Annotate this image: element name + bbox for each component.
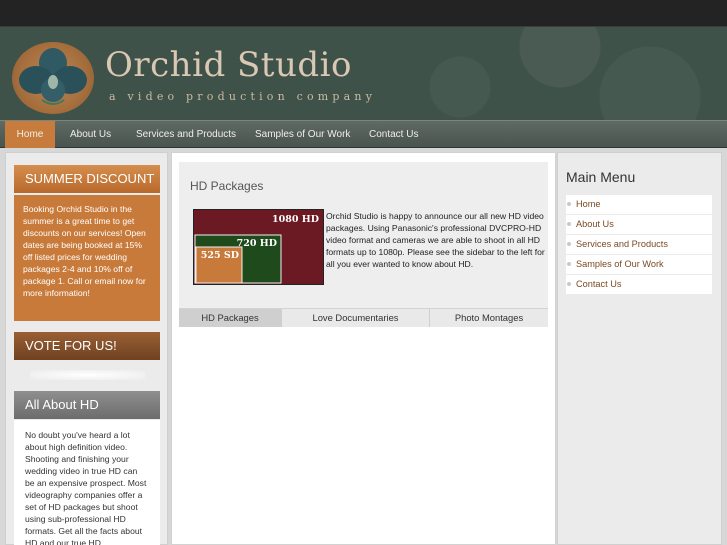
nav-home[interactable]: Home — [5, 121, 55, 148]
feature-text: Orchid Studio is happy to announce our a… — [326, 211, 545, 269]
menu-item-contact-us[interactable]: Contact Us — [566, 275, 712, 294]
hd-1080-label: 1080 HD — [272, 214, 319, 225]
summer-discount-heading: SUMMER DISCOUNT — [14, 165, 160, 193]
summer-discount-text: Booking Orchid Studio in the summer is a… — [14, 195, 160, 321]
feature-title: HD Packages — [190, 179, 264, 193]
top-bar — [0, 0, 727, 27]
bullet-icon — [567, 222, 571, 226]
tab-photo-montages[interactable]: Photo Montages — [429, 309, 548, 327]
site-title[interactable]: Orchid Studio — [105, 45, 352, 85]
vote-for-us-heading[interactable]: VOTE FOR US! — [14, 332, 160, 360]
all-about-hd-text: No doubt you've heard a lot about high d… — [14, 420, 160, 545]
nav-contact-us[interactable]: Contact Us — [369, 121, 418, 148]
site-tagline: a video production company — [109, 90, 377, 103]
orchid-flower-icon — [19, 48, 87, 105]
nav-samples-of-our-work[interactable]: Samples of Our Work — [255, 121, 350, 148]
sd-525-label: 525 SD — [201, 250, 239, 261]
menu-item-samples-of-our-work[interactable]: Samples of Our Work — [566, 255, 712, 274]
all-about-hd-heading: All About HD — [14, 391, 160, 419]
hd-720-label: 720 HD — [237, 238, 277, 249]
menu-item-label: Services and Products — [576, 239, 668, 249]
hd-resolution-diagram: 1080 HD 720 HD 525 SD — [193, 209, 324, 285]
vote-divider — [30, 370, 145, 380]
main-menu-title: Main Menu — [566, 169, 636, 185]
main-navigation: Home About Us Services and Products Samp… — [0, 120, 727, 148]
menu-item-label: Home — [576, 199, 601, 209]
menu-item-about-us[interactable]: About Us — [566, 215, 712, 234]
bullet-icon — [567, 242, 571, 246]
menu-item-services-and-products[interactable]: Services and Products — [566, 235, 712, 254]
bullet-icon — [567, 202, 571, 206]
bullet-icon — [567, 282, 571, 286]
nav-services-and-products[interactable]: Services and Products — [136, 121, 236, 148]
nav-about-us[interactable]: About Us — [70, 121, 111, 148]
tab-love-documentaries[interactable]: Love Documentaries — [281, 309, 429, 327]
menu-item-label: About Us — [576, 219, 614, 229]
site-header: Orchid Studio a video production company — [0, 27, 727, 120]
tab-hd-packages[interactable]: HD Packages — [179, 309, 281, 327]
menu-item-label: Samples of Our Work — [576, 259, 664, 269]
menu-item-home[interactable]: Home — [566, 195, 712, 214]
bullet-icon — [567, 262, 571, 266]
menu-item-label: Contact Us — [576, 279, 622, 289]
feature-tabs: HD Packages Love Documentaries Photo Mon… — [179, 308, 548, 327]
orchid-logo[interactable] — [12, 42, 94, 114]
